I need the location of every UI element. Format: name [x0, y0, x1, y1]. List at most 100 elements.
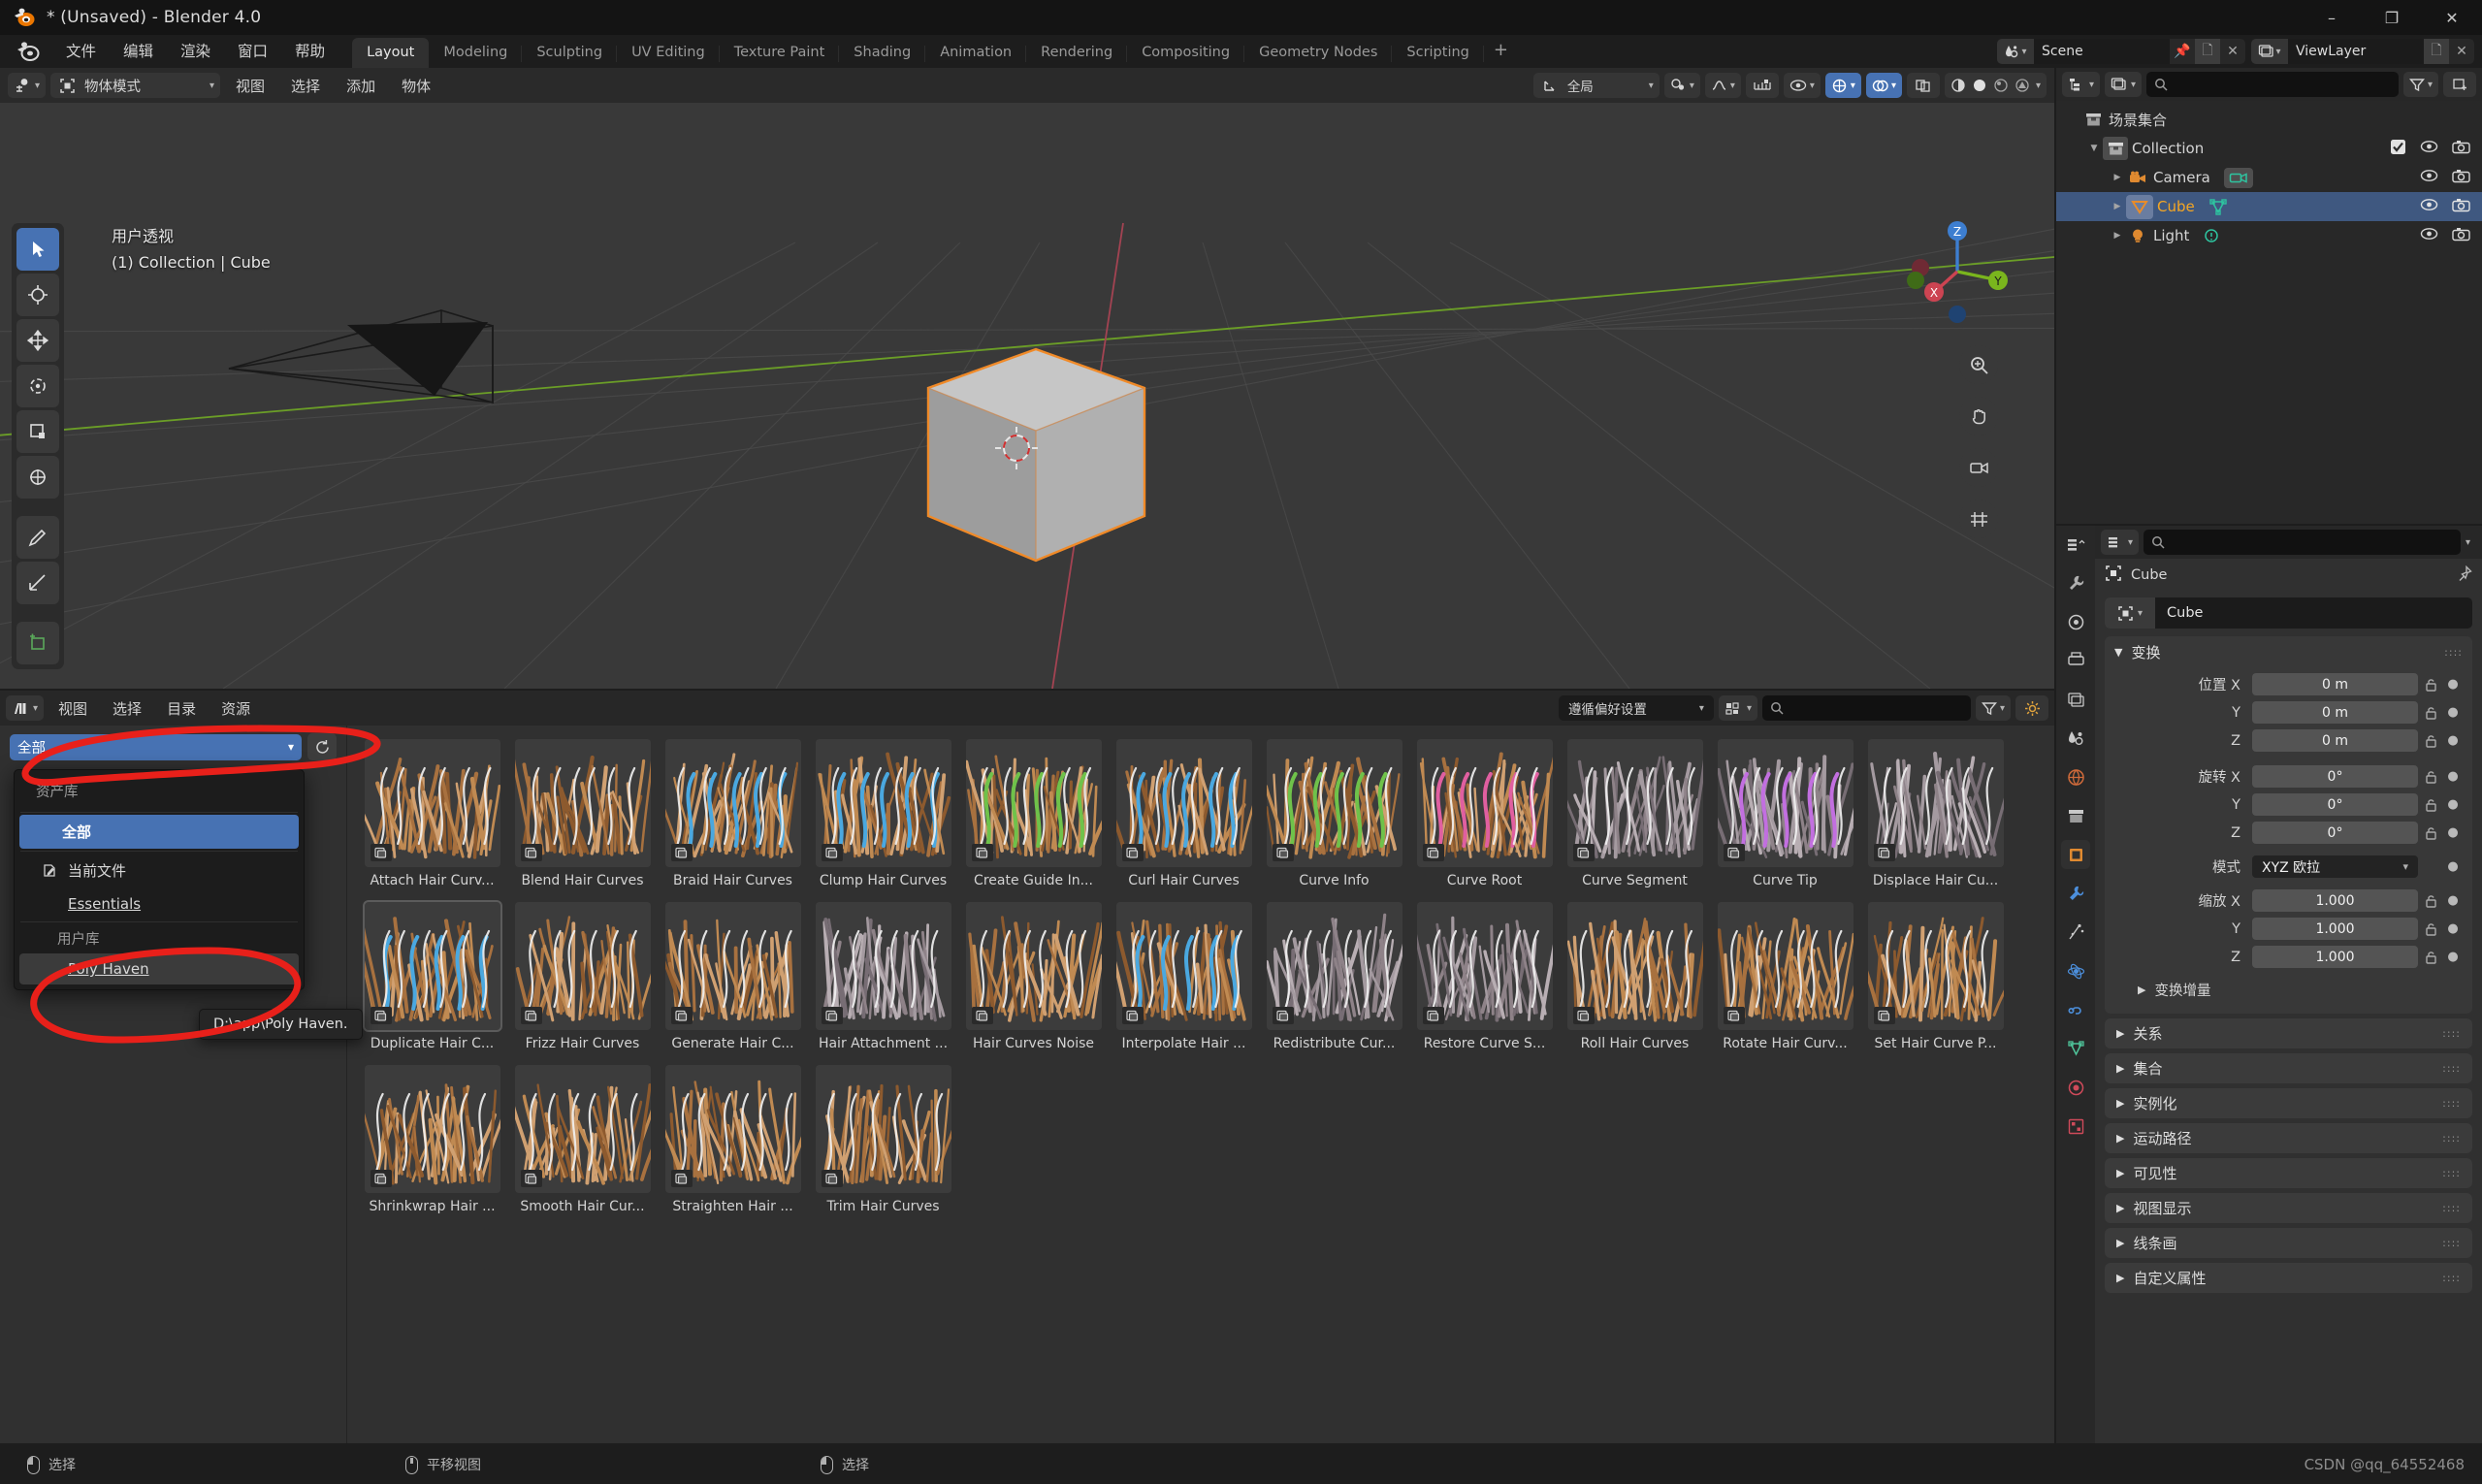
xray-toggle-icon[interactable] — [1907, 73, 1940, 98]
drag-dots-icon[interactable]: :::: — [2442, 1272, 2461, 1284]
asset-thumbnail[interactable] — [1267, 902, 1402, 1030]
asset-thumbnail[interactable] — [665, 739, 801, 867]
dropdown-item-all[interactable]: 全部 — [19, 815, 299, 849]
viewport-menu-add[interactable]: 添加 — [336, 72, 386, 100]
location-x-lock-icon[interactable] — [2418, 677, 2443, 693]
mesh-data-icon[interactable] — [2208, 199, 2228, 215]
outliner-search-input[interactable] — [2146, 72, 2399, 97]
viewport-menu-object[interactable]: 物体 — [391, 72, 441, 100]
tab-render-icon[interactable] — [2061, 607, 2090, 636]
collapsed-panel[interactable]: ▶运动路径:::: — [2105, 1123, 2472, 1153]
outliner-display-mode-icon[interactable]: ▾ — [2105, 72, 2142, 97]
snap-magnet-toggle[interactable]: ▾ — [1664, 73, 1700, 98]
object-id-icon[interactable]: ▾ — [2105, 597, 2155, 629]
scale-x-animate-icon[interactable]: ● — [2443, 893, 2463, 908]
outliner-editor-type-icon[interactable]: ▾ — [2062, 72, 2100, 97]
asset-thumbnail[interactable] — [665, 1065, 801, 1193]
asset-thumbnail[interactable] — [1868, 902, 2004, 1030]
asset-menu-asset[interactable]: 资源 — [210, 694, 261, 723]
shading-modes[interactable]: ▾ — [1945, 73, 2047, 98]
asset-thumbnail[interactable] — [816, 739, 951, 867]
maximize-button[interactable]: ❐ — [2362, 0, 2422, 35]
rotation-y-lock-icon[interactable] — [2418, 797, 2443, 813]
scale-x-lock-icon[interactable] — [2418, 893, 2443, 909]
outliner-row-camera[interactable]: ▶ Camera — [2056, 163, 2482, 192]
drag-dots-icon[interactable]: :::: — [2442, 1132, 2461, 1145]
pin-scene-icon[interactable]: 📌 — [2170, 39, 2195, 64]
viewport-canvas[interactable] — [0, 68, 2054, 689]
tab-scene-icon[interactable] — [2061, 724, 2090, 753]
dropdown-item-poly-haven[interactable]: Poly Haven — [19, 953, 299, 984]
rotation-z-lock-icon[interactable] — [2418, 825, 2443, 841]
dropdown-item-essentials[interactable]: Essentials — [19, 888, 299, 919]
scale-y-lock-icon[interactable] — [2418, 921, 2443, 937]
asset-thumbnail[interactable] — [816, 1065, 951, 1193]
minimize-button[interactable]: – — [2302, 0, 2362, 35]
camera-expand-arrow-icon[interactable]: ▶ — [2109, 173, 2126, 182]
collapsed-panel[interactable]: ▶实例化:::: — [2105, 1088, 2472, 1118]
menu-render[interactable]: 渲染 — [167, 39, 224, 64]
asset-item[interactable]: Curve Tip — [1710, 739, 1860, 888]
delta-transform-subpanel[interactable]: ▶ 变换增量 — [2105, 976, 2472, 1004]
asset-item[interactable]: Redistribute Cur... — [1259, 902, 1409, 1051]
tool-transform-icon[interactable] — [16, 456, 59, 499]
drag-dots-icon[interactable]: :::: — [2442, 1202, 2461, 1214]
tab-object-data-icon[interactable] — [2061, 1034, 2090, 1063]
tab-modeling[interactable]: Modeling — [429, 38, 522, 68]
tab-rendering[interactable]: Rendering — [1026, 38, 1127, 68]
transform-orientation-selector[interactable]: 全局 ▾ — [1533, 73, 1660, 98]
asset-item[interactable]: Rotate Hair Curv... — [1710, 902, 1860, 1051]
snap-increment-icon[interactable] — [1746, 73, 1779, 98]
collapsed-panel[interactable]: ▶视图显示:::: — [2105, 1193, 2472, 1223]
asset-thumbnail[interactable] — [1718, 739, 1853, 867]
asset-menu-view[interactable]: 视图 — [48, 694, 98, 723]
asset-item[interactable]: Frizz Hair Curves — [507, 902, 658, 1051]
tab-scripting[interactable]: Scripting — [1392, 38, 1483, 68]
tab-uv-editing[interactable]: UV Editing — [617, 38, 720, 68]
properties-options-chevron-icon[interactable]: ▾ — [2466, 537, 2476, 548]
asset-grid-area[interactable]: Attach Hair Curv...Blend Hair CurvesBrai… — [347, 726, 2054, 1443]
tab-object-props-icon[interactable] — [2061, 840, 2090, 869]
asset-item[interactable]: Hair Curves Noise — [958, 902, 1109, 1051]
asset-item[interactable]: Roll Hair Curves — [1560, 902, 1710, 1051]
rotation-mode-animate-icon[interactable]: ● — [2443, 859, 2463, 874]
visibility-options-icon[interactable]: ▾ — [1784, 73, 1821, 98]
location-z-input[interactable]: 0 m — [2252, 729, 2418, 752]
asset-item[interactable]: Curve Segment — [1560, 739, 1710, 888]
scene-name[interactable]: Scene — [2034, 39, 2170, 64]
viewport-menu-select[interactable]: 选择 — [280, 72, 331, 100]
pin-properties-icon[interactable] — [2456, 565, 2472, 586]
location-x-input[interactable]: 0 m — [2252, 673, 2418, 695]
cube-expand-arrow-icon[interactable]: ▶ — [2109, 202, 2126, 211]
new-scene-icon[interactable]: 🗋 — [2195, 39, 2220, 64]
drag-dots-icon[interactable]: :::: — [2444, 646, 2463, 659]
camera-view-icon[interactable] — [1959, 448, 1998, 487]
rotation-x-lock-icon[interactable] — [2418, 769, 2443, 785]
asset-thumbnail[interactable] — [1868, 739, 2004, 867]
tab-texture-paint[interactable]: Texture Paint — [720, 38, 840, 68]
tab-geometry-nodes[interactable]: Geometry Nodes — [1244, 38, 1392, 68]
drag-dots-icon[interactable]: :::: — [2442, 1097, 2461, 1110]
collapsed-panel[interactable]: ▶自定义属性:::: — [2105, 1263, 2472, 1293]
navigation-gizmo[interactable]: Z Y X — [1899, 213, 2015, 330]
rotation-y-input[interactable]: 0° — [2252, 793, 2418, 816]
tab-collection-props-icon[interactable] — [2061, 801, 2090, 830]
rotation-x-animate-icon[interactable]: ● — [2443, 769, 2463, 784]
asset-item[interactable]: Set Hair Curve P... — [1860, 902, 2011, 1051]
drag-dots-icon[interactable]: :::: — [2442, 1237, 2461, 1249]
tab-layout[interactable]: Layout — [352, 38, 429, 68]
scene-icon[interactable]: ▾ — [1997, 39, 2034, 64]
tool-add-cube-icon[interactable] — [16, 622, 59, 664]
blender-menu-icon[interactable] — [14, 37, 43, 66]
camera-eye-icon[interactable] — [2420, 169, 2438, 186]
asset-item[interactable]: Clump Hair Curves — [808, 739, 958, 888]
asset-thumbnail[interactable] — [515, 1065, 651, 1193]
cube-render-icon[interactable] — [2452, 198, 2470, 216]
scene-selector[interactable]: ▾ Scene 📌 🗋 ✕ — [1997, 39, 2245, 64]
drag-dots-icon[interactable]: :::: — [2442, 1167, 2461, 1179]
asset-item[interactable]: Create Guide In... — [958, 739, 1109, 888]
menu-help[interactable]: 帮助 — [281, 39, 338, 64]
add-workspace-button[interactable]: + — [1484, 36, 1520, 68]
rotation-z-animate-icon[interactable]: ● — [2443, 825, 2463, 840]
properties-editor-type-icon[interactable]: ▾ — [2101, 530, 2139, 555]
